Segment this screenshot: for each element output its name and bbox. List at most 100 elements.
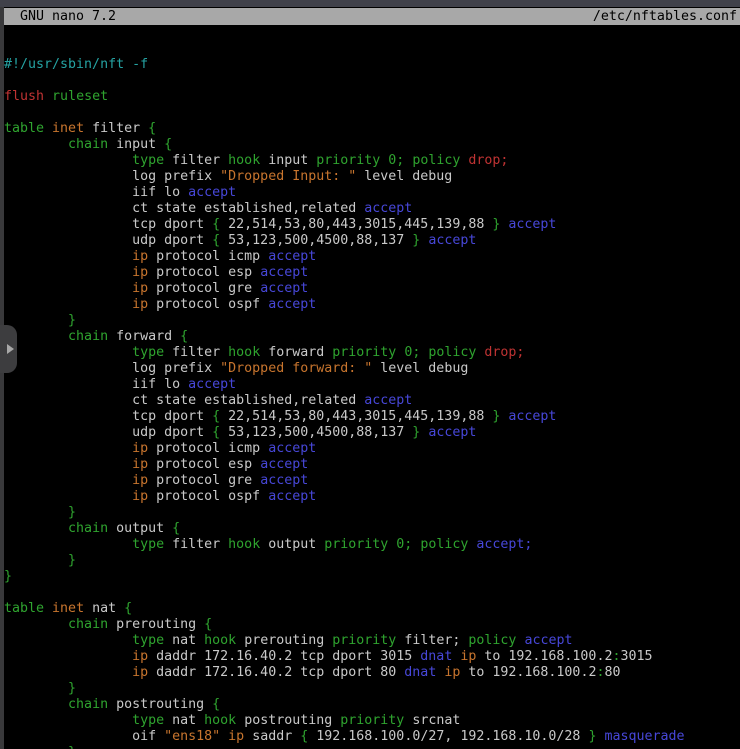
code-token: type [132,633,164,648]
code-line: flush ruleset [4,89,740,105]
code-token: input [108,137,164,152]
code-token: "Dropped Input: " [220,169,356,184]
code-line: chain input { [4,137,740,153]
code-line: log prefix "Dropped Input: " level debug [4,169,740,185]
code-token: } [68,313,76,328]
code-token: ip [132,249,148,264]
code-token: { [172,521,180,536]
code-token: hook [228,153,260,168]
code-token: tcp dport [4,217,212,232]
code-token: ip [132,489,148,504]
code-token: 22,514,53,80,443,3015,445,139,88 [220,217,492,232]
code-token: input [260,153,316,168]
nano-file-path: /etc/nftables.conf [593,8,740,25]
code-token [4,617,68,632]
code-token: priority 0; policy [324,537,476,552]
code-token: table [4,601,44,616]
code-token: ip [228,729,244,744]
code-token: nat [164,713,204,728]
code-token: accept [188,377,236,392]
code-token: priority [340,713,404,728]
code-token: "Dropped forward: " [220,361,372,376]
code-token [4,745,68,749]
code-token [4,137,68,152]
code-token: { [124,601,132,616]
control-bar-handle[interactable] [0,325,17,373]
code-line: } [4,553,740,569]
code-token [4,457,132,472]
code-token: } [68,553,76,568]
code-line: ip protocol esp accept [4,457,740,473]
code-token [4,265,132,280]
code-token [4,665,132,680]
code-token: log prefix [4,169,220,184]
code-line: ip protocol gre accept [4,281,740,297]
code-token: #!/usr/sbin/nft -f [4,57,148,72]
code-line: table inet filter { [4,121,740,137]
code-line: type nat hook prerouting priority filter… [4,633,740,649]
code-token: log prefix [4,361,220,376]
code-line: table inet nat { [4,601,740,617]
code-line: type filter hook forward priority 0; pol… [4,345,740,361]
code-line: chain forward { [4,329,740,345]
code-token: nat [84,601,124,616]
code-token: type [132,345,164,360]
code-token: postrouting [108,697,212,712]
code-token: hook [228,537,260,552]
code-token: { [212,217,220,232]
code-token: ip [132,265,148,280]
code-token: level debug [356,169,452,184]
code-token: accept; [476,537,532,552]
code-token [4,153,132,168]
code-token: dnat [404,665,436,680]
code-token: chain [68,617,108,632]
code-token: protocol icmp [148,249,268,264]
code-token [4,489,132,504]
code-token [4,473,132,488]
code-token [4,281,132,296]
code-token: ip [444,665,460,680]
code-token: protocol esp [148,457,260,472]
code-token: to 192.168.100.2 [476,649,612,664]
code-line [4,73,740,89]
code-token: { [204,617,212,632]
code-line: ip protocol gre accept [4,473,740,489]
code-token [4,713,132,728]
code-token [4,249,132,264]
code-token: filter [164,153,228,168]
terminal[interactable]: #!/usr/sbin/nft -f flush ruleset table i… [4,25,740,749]
code-line: ip daddr 172.16.40.2 tcp dport 3015 dnat… [4,649,740,665]
code-token: } [68,681,76,696]
code-line: } [4,569,740,585]
nano-app-title: GNU nano 7.2 [4,8,116,25]
code-token: protocol esp [148,265,260,280]
code-token: policy [468,633,516,648]
code-token: { [164,137,172,152]
code-token: forward [108,329,180,344]
code-token: accept [268,441,316,456]
code-token: accept [268,249,316,264]
code-line: log prefix "Dropped forward: " level deb… [4,361,740,377]
code-token: prerouting [236,633,332,648]
code-token: accept [364,201,412,216]
code-token [44,121,52,136]
code-token: protocol gre [148,281,260,296]
code-line: ip protocol ospf accept [4,489,740,505]
code-token: accept [260,457,308,472]
code-token: } [68,505,76,520]
code-token: 3015 [620,649,652,664]
code-token: protocol ospf [148,489,268,504]
code-token: accept [508,217,556,232]
code-token: saddr [244,729,300,744]
code-token: protocol ospf [148,297,268,312]
code-token: 192.168.100.0/27, 192.168.10.0/28 [308,729,588,744]
code-token [4,681,68,696]
code-token: priority 0; policy [332,345,484,360]
code-token: hook [228,345,260,360]
code-token: accept [188,185,236,200]
code-token: 53,123,500,4500,88,137 [220,233,412,248]
code-token: drop; [484,345,524,360]
code-token: priority 0; policy [316,153,468,168]
code-token: } [68,745,76,749]
code-token [4,313,68,328]
